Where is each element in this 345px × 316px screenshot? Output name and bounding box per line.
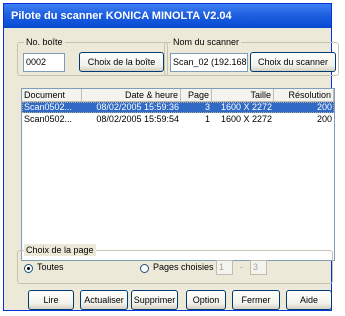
option-button[interactable]: Option bbox=[186, 290, 226, 310]
table-row[interactable]: Scan0502... 08/02/2005 15:59:54 1 1600 X… bbox=[22, 114, 334, 125]
cell-document: Scan0502... bbox=[24, 102, 73, 112]
radio-all-pages-label[interactable]: Toutes bbox=[37, 262, 64, 272]
radio-selected-pages[interactable] bbox=[140, 264, 149, 273]
page-range-separator: - bbox=[240, 262, 243, 272]
cell-document: Scan0502... bbox=[24, 114, 73, 124]
help-button[interactable]: Aide bbox=[286, 290, 332, 310]
delete-button[interactable]: Supprimer bbox=[131, 290, 178, 310]
read-button[interactable]: Lire bbox=[28, 290, 74, 310]
scanner-driver-window: Pilote du scanner KONICA MINOLTA V2.04 N… bbox=[3, 3, 339, 311]
scanner-name-field[interactable]: Scan_02 (192.168. bbox=[170, 53, 248, 72]
cell-page: 3 bbox=[204, 102, 210, 112]
document-list[interactable]: Document Date & heure Page Taille Résolu… bbox=[21, 88, 335, 261]
refresh-button[interactable]: Actualiser bbox=[80, 290, 128, 310]
scanner-name-group: Nom du scanner Scan_02 (192.168. Choix d… bbox=[164, 36, 339, 76]
window-title: Pilote du scanner KONICA MINOLTA V2.04 bbox=[4, 4, 331, 28]
page-from-field[interactable]: 1 bbox=[216, 260, 233, 275]
column-header-resolution[interactable]: Résolution bbox=[274, 89, 334, 102]
radio-selected-pages-label[interactable]: Pages choisies bbox=[153, 262, 214, 272]
box-number-label: No. boîte bbox=[24, 36, 65, 48]
box-number-field[interactable]: 0002 bbox=[23, 53, 65, 72]
cell-resolution: 200 bbox=[316, 114, 332, 124]
page-to-field[interactable]: 3 bbox=[250, 260, 267, 275]
radio-all-pages[interactable] bbox=[24, 264, 33, 273]
table-row[interactable]: Scan0502... 08/02/2005 15:59:36 3 1600 X… bbox=[22, 102, 334, 113]
cell-date: 08/02/2005 15:59:54 bbox=[96, 114, 179, 124]
choose-scanner-button[interactable]: Choix du scanner bbox=[250, 52, 336, 72]
scanner-name-label: Nom du scanner bbox=[171, 36, 242, 48]
column-header-document[interactable]: Document bbox=[22, 89, 82, 102]
cell-page: 1 bbox=[204, 114, 210, 124]
choose-box-button[interactable]: Choix de la boîte bbox=[79, 52, 164, 72]
cell-date: 08/02/2005 15:59:36 bbox=[96, 102, 179, 112]
cell-size: 1600 X 2272 bbox=[220, 102, 272, 112]
close-button[interactable]: Fermer bbox=[232, 290, 280, 310]
page-choice-label: Choix de la page bbox=[24, 244, 96, 256]
box-number-group: No. boîte 0002 Choix de la boîte bbox=[17, 36, 168, 76]
column-header-size[interactable]: Taille bbox=[212, 89, 274, 102]
page-choice-group: Choix de la page Toutes Pages choisies 1… bbox=[17, 244, 333, 284]
column-header-page[interactable]: Page bbox=[181, 89, 212, 102]
cell-resolution: 200 bbox=[316, 102, 332, 112]
cell-size: 1600 X 2272 bbox=[220, 114, 272, 124]
column-header-date[interactable]: Date & heure bbox=[82, 89, 181, 102]
